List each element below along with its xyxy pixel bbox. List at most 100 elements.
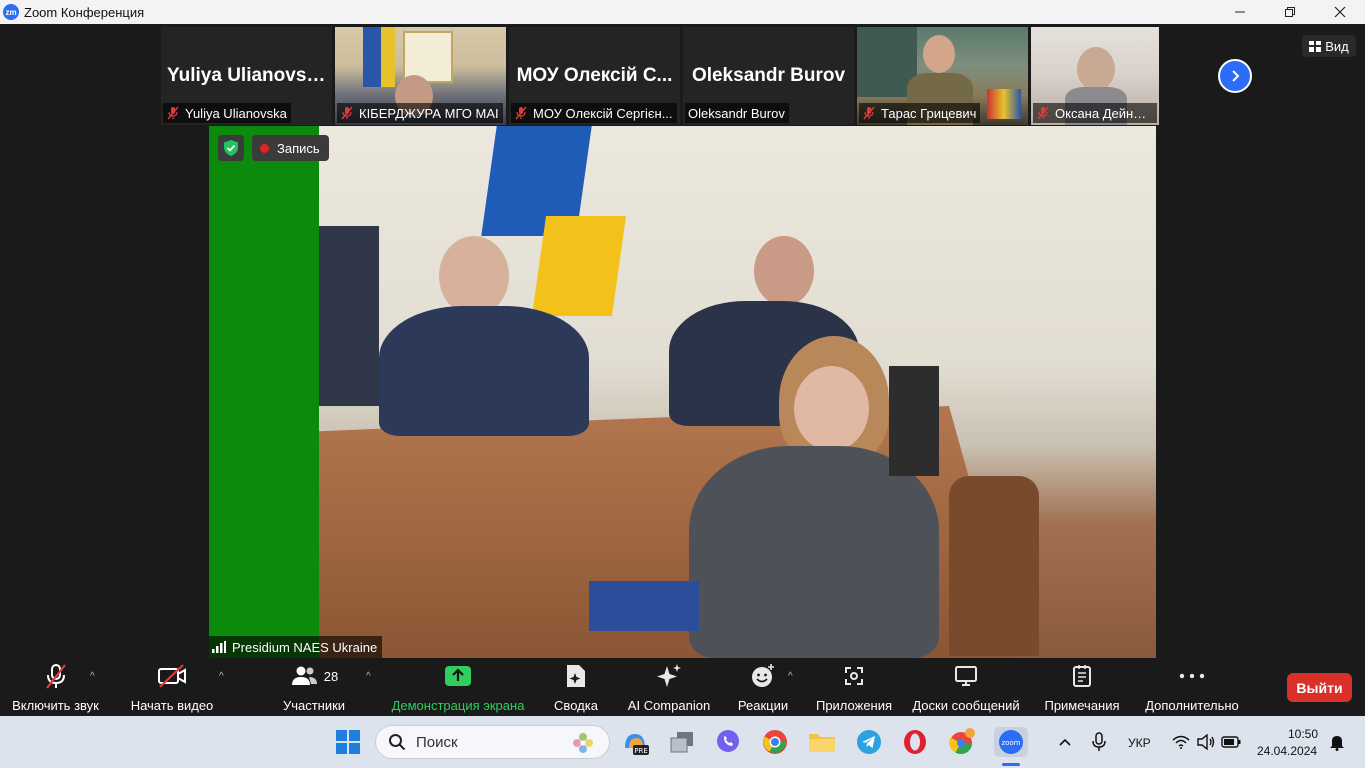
more-dots-icon (1179, 673, 1205, 679)
participant-tile[interactable]: КІБЕРДЖУРА МГО МАІ (335, 27, 506, 125)
restore-icon (1285, 7, 1295, 17)
participant-name-label: МОУ Олексій Сергієн... (511, 103, 677, 123)
view-button[interactable]: Вид (1302, 35, 1356, 57)
clock-time[interactable]: 10:50 (1288, 727, 1318, 741)
gallery-next-button[interactable] (1218, 59, 1252, 93)
copilot-pre-icon: PRE (625, 734, 649, 755)
participant-display-name: Yuliya Ulianovska (167, 65, 328, 86)
signal-strength-icon (212, 641, 226, 653)
show-hidden-icons-button[interactable] (1050, 727, 1080, 757)
mic-muted-icon (1037, 106, 1049, 120)
summary-label: Сводка (554, 698, 598, 713)
close-icon (1334, 6, 1346, 18)
participants-button[interactable]: 28 Участники (278, 659, 350, 716)
participant-name: КІБЕРДЖУРА МГО МАІ (359, 105, 499, 121)
participant-name-label: КІБЕРДЖУРА МГО МАІ (337, 103, 503, 123)
recording-dot-icon (260, 143, 269, 153)
participants-options-caret[interactable]: ^ (366, 671, 371, 682)
reactions-options-caret[interactable]: ^ (788, 671, 793, 682)
participant-name: Oleksandr Burov (688, 105, 785, 121)
wifi-icon (1172, 735, 1190, 749)
mic-muted-icon (341, 106, 353, 120)
meeting-area: Yuliya Ulianovska Yuliya Ulianovska КІБЕ… (0, 24, 1365, 716)
share-screen-button[interactable]: Демонстрация экрана (390, 659, 526, 716)
bell-icon (1330, 736, 1344, 751)
mic-muted-icon (167, 106, 179, 120)
person-face (794, 366, 869, 451)
windows-taskbar: Поиск PRE zoom УКР 10:50 24.04.2024 (0, 716, 1365, 768)
taskbar-app-copilot[interactable]: PRE (620, 727, 650, 757)
start-button[interactable] (333, 727, 363, 757)
participant-tile[interactable]: МОУ Олексій С... МОУ Олексій Сергієн... (509, 27, 680, 125)
flag-decor (381, 27, 395, 87)
chrome-profile-icon (949, 728, 975, 754)
participant-name: МОУ Олексій Сергієн... (533, 105, 673, 121)
audio-options-caret[interactable]: ^ (90, 671, 95, 682)
input-language-indicator[interactable]: УКР (1128, 736, 1151, 750)
battery-tray-button[interactable] (1216, 727, 1246, 757)
chrome-icon (763, 730, 787, 754)
participant-tile[interactable]: Тарас Грицевич (857, 27, 1028, 125)
participant-name-label: Тарас Грицевич (859, 103, 981, 123)
taskbar-app-explorer[interactable] (807, 727, 837, 757)
active-app-indicator (1002, 763, 1020, 766)
search-highlight-flower-icon (573, 733, 593, 753)
taskbar-search-box[interactable]: Поиск (375, 725, 610, 759)
start-video-label: Начать видео (130, 698, 214, 713)
book-decor (589, 581, 699, 631)
participant-tile[interactable]: Oleksandr Burov Oleksandr Burov (683, 27, 854, 125)
video-off-icon (158, 664, 186, 688)
taskbar-app-telegram[interactable] (854, 727, 884, 757)
shield-check-icon (224, 140, 238, 156)
taskbar-app-chrome-profile[interactable] (947, 727, 977, 757)
participant-name-label: Yuliya Ulianovska (163, 103, 291, 123)
unmute-button[interactable]: Включить звук (8, 659, 103, 716)
gallery-strip: Yuliya Ulianovska Yuliya Ulianovska КІБЕ… (161, 27, 1159, 125)
svg-text:PRE: PRE (634, 747, 648, 755)
close-button[interactable] (1315, 0, 1365, 24)
window-controls (1215, 0, 1365, 24)
notes-button[interactable]: Примечания (1040, 659, 1124, 716)
battery-icon (1221, 736, 1241, 748)
active-speaker-video[interactable]: Запись Presidium NAES Ukraine (209, 126, 1156, 658)
microphone-tray-button[interactable] (1084, 727, 1114, 757)
notifications-button[interactable] (1322, 727, 1352, 757)
more-button[interactable]: Дополнительно (1140, 659, 1244, 716)
ai-companion-button[interactable]: AI Companion (624, 659, 714, 716)
recording-badge[interactable]: Запись (252, 135, 329, 161)
person-decor (319, 226, 379, 406)
chevron-up-icon (1059, 738, 1071, 746)
taskbar-app-opera[interactable] (900, 727, 930, 757)
summary-button[interactable]: Сводка (548, 659, 604, 716)
participant-tile[interactable]: Оксана Дейнекіна (1031, 27, 1159, 125)
notes-label: Примечания (1044, 698, 1120, 713)
mic-muted-icon (45, 664, 66, 689)
restore-button[interactable] (1265, 0, 1315, 24)
ai-companion-label: AI Companion (627, 698, 711, 713)
start-video-button[interactable]: Начать видео (128, 659, 216, 716)
clock-date[interactable]: 24.04.2024 (1257, 744, 1317, 758)
taskbar-task-view[interactable] (667, 727, 697, 757)
participant-display-name: МОУ Олексій С... (516, 65, 673, 86)
minimize-icon (1235, 11, 1245, 13)
taskbar-app-chrome[interactable] (760, 727, 790, 757)
video-options-caret[interactable]: ^ (219, 671, 224, 682)
reactions-button[interactable]: Реакции (734, 659, 792, 716)
sparkle-icon (657, 664, 681, 687)
whiteboards-label: Доски сообщений (912, 698, 1020, 713)
volume-icon (1197, 734, 1215, 750)
security-badge[interactable] (218, 135, 244, 161)
speaker-name-label: Presidium NAES Ukraine (209, 636, 383, 658)
taskbar-app-zoom[interactable]: zoom (994, 727, 1028, 757)
whiteboards-button[interactable]: Доски сообщений (908, 659, 1024, 716)
grid-view-icon (1309, 40, 1322, 52)
svg-text:zoom: zoom (1001, 739, 1020, 747)
participant-name: Тарас Грицевич (881, 105, 977, 121)
leave-meeting-button[interactable]: Выйти (1287, 673, 1352, 702)
minimize-button[interactable] (1215, 0, 1265, 24)
participant-name-label: Oleksandr Burov (685, 103, 789, 123)
apps-button[interactable]: Приложения (812, 659, 896, 716)
taskbar-app-viber[interactable] (713, 727, 743, 757)
participant-tile[interactable]: Yuliya Ulianovska Yuliya Ulianovska (161, 27, 332, 125)
laptop-decor (889, 366, 939, 476)
